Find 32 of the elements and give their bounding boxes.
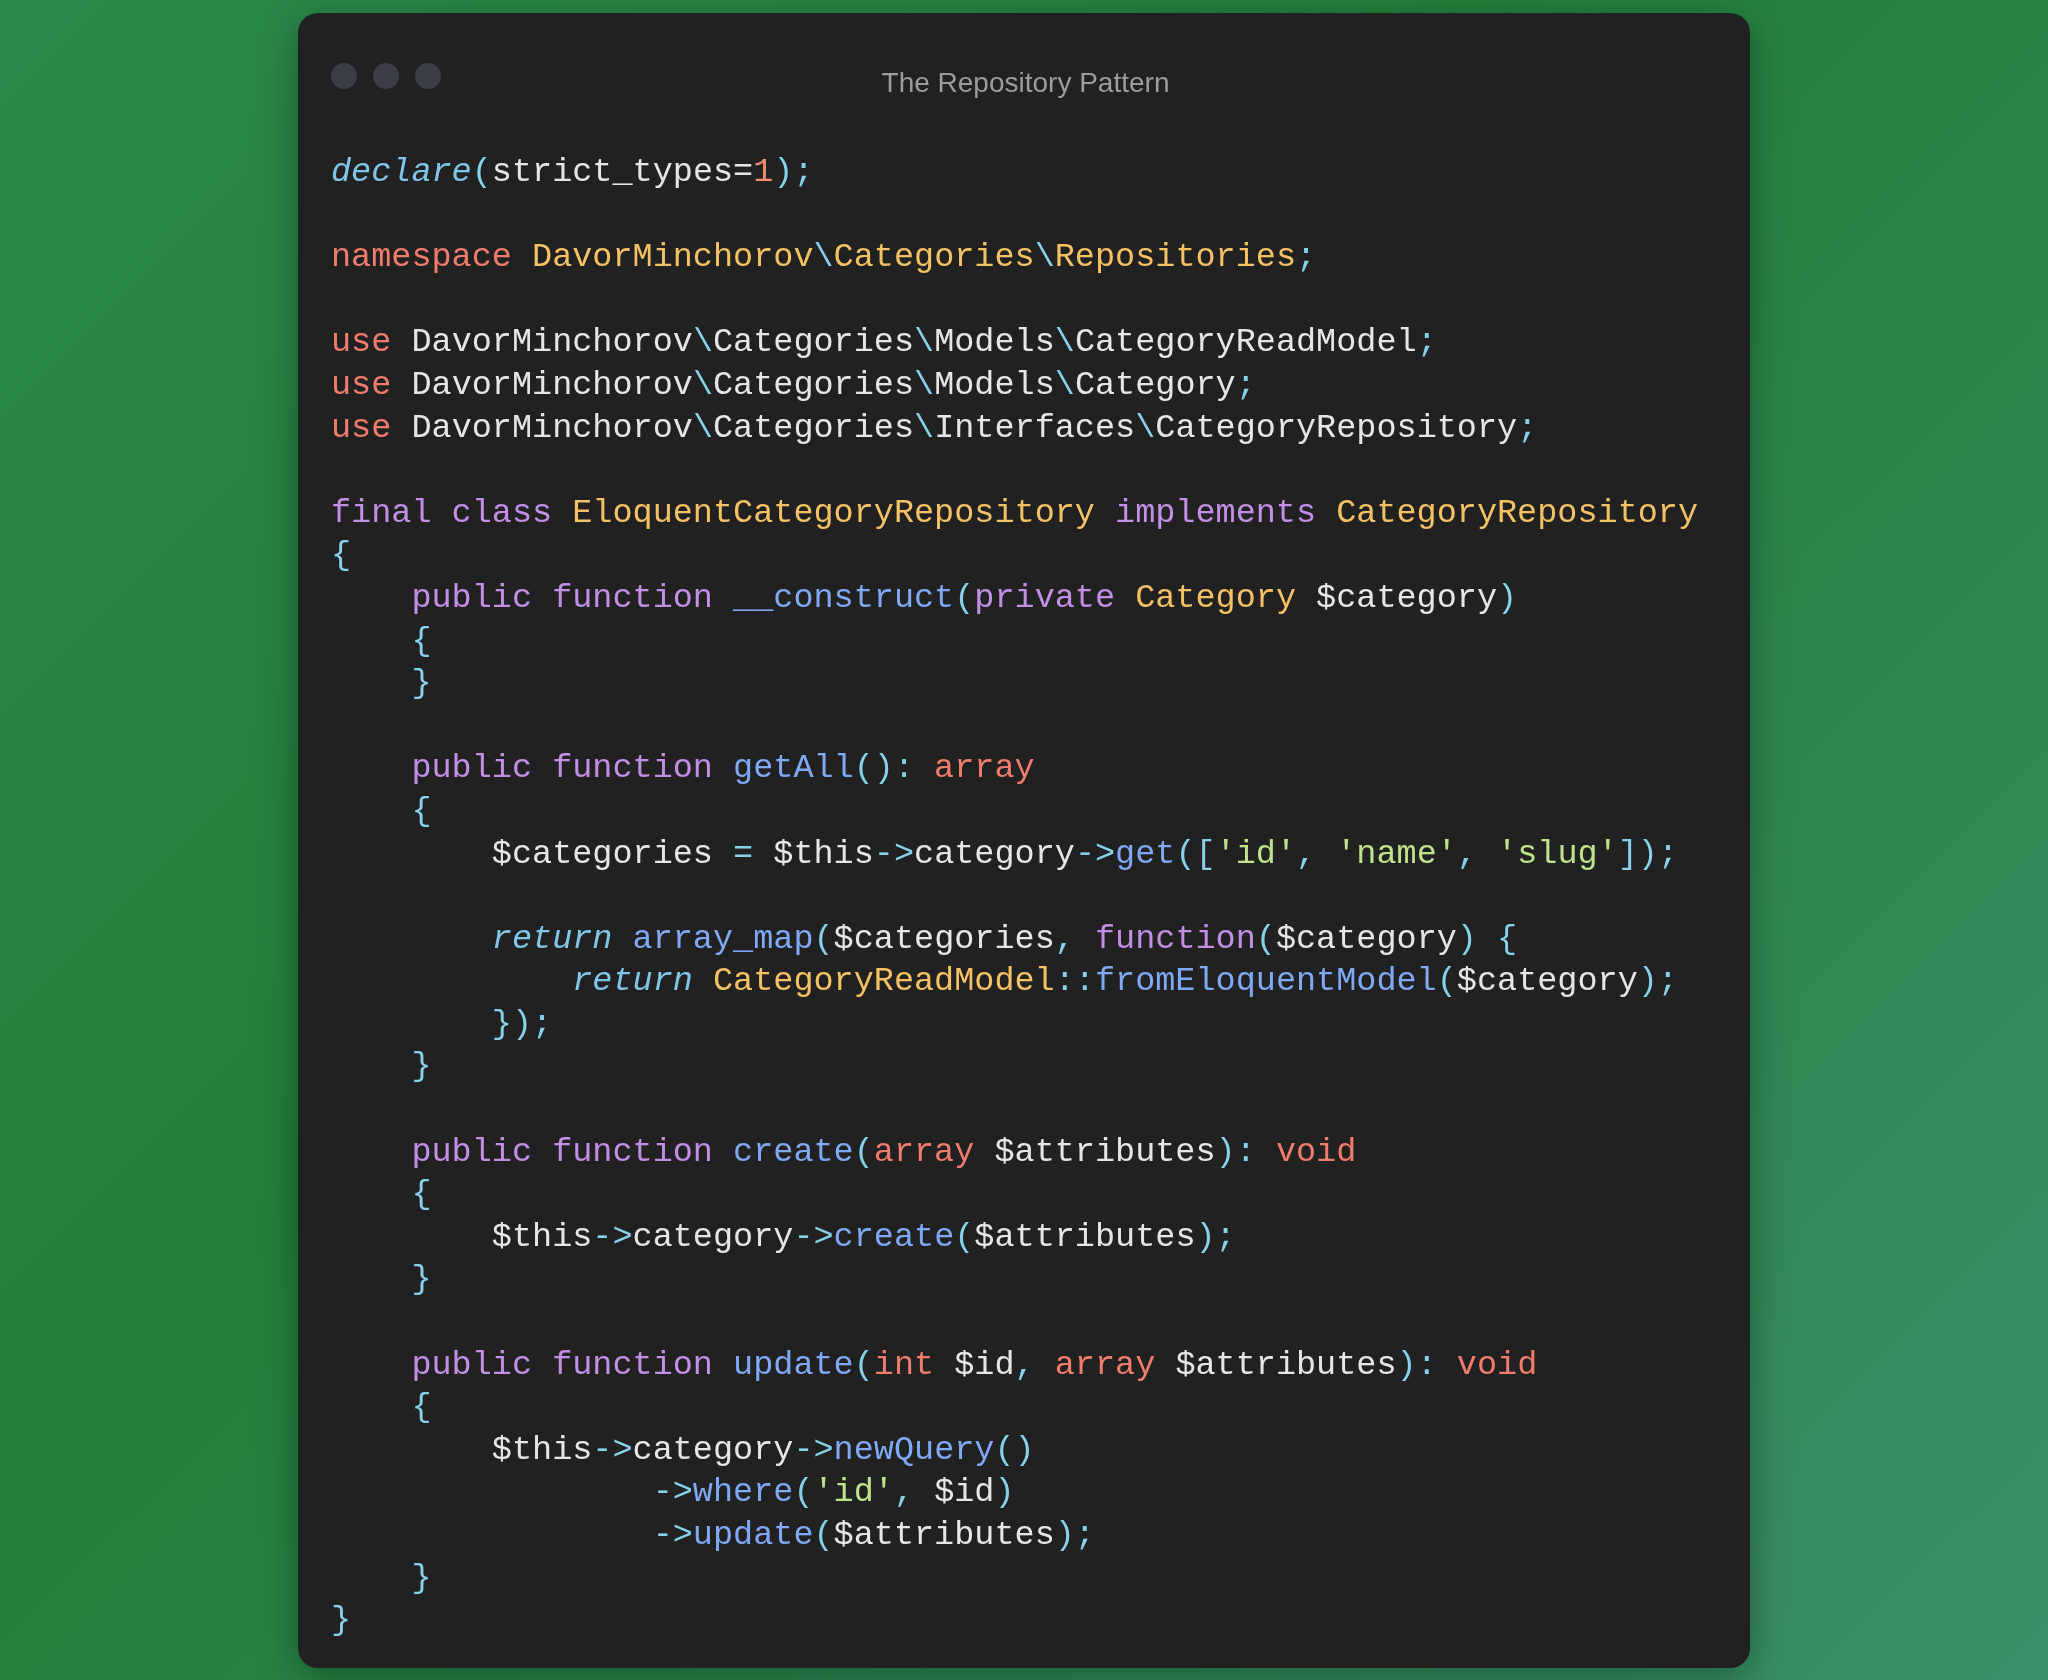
code-line: return CategoryReadModel::fromEloquentModel($category); bbox=[571, 961, 1678, 1003]
window-title: The Repository Pattern bbox=[881, 67, 1170, 99]
code-line: } bbox=[331, 1600, 352, 1642]
code-line: } bbox=[410, 1557, 432, 1599]
code-line: declare(strict_types=1); bbox=[331, 152, 814, 193]
code-line: $this->category->create($attributes); bbox=[490, 1216, 1236, 1258]
code-line: } bbox=[410, 663, 432, 705]
code-line: public function __construct(private Category $category) bbox=[410, 577, 1518, 619]
code-line: use DavorMinchorov\Categories\Models\Category; bbox=[331, 364, 1256, 406]
window-dot-icon bbox=[331, 63, 357, 89]
window-dot-icon bbox=[373, 63, 399, 89]
code-line: final class EloquentCategoryRepository implements CategoryRepository bbox=[331, 492, 1699, 534]
code-line: return array_map($categories, function($category) { bbox=[490, 918, 1518, 960]
code-line: ->update($attributes); bbox=[651, 1515, 1095, 1556]
code-line: $categories = $this->category->get(['id', 'name', 'slug']); bbox=[490, 833, 1679, 875]
code-line: }); bbox=[490, 1003, 553, 1045]
code-line: } bbox=[410, 1046, 432, 1088]
code-line: public function getAll(): array bbox=[410, 748, 1035, 790]
code-line: } bbox=[410, 1259, 432, 1301]
code-line: ->where('id', $id) bbox=[651, 1472, 1015, 1514]
code-line: { bbox=[331, 535, 352, 577]
code-line: public function create(array $attributes): void bbox=[410, 1131, 1357, 1173]
window-dot-icon bbox=[415, 63, 441, 89]
code-line: namespace DavorMinchorov\Categories\Repositories; bbox=[331, 237, 1317, 279]
code-line: { bbox=[410, 790, 432, 832]
code-line: { bbox=[410, 1174, 432, 1216]
code-line: $this->category->newQuery() bbox=[490, 1429, 1035, 1471]
code-line: use DavorMinchorov\Categories\Models\CategoryReadModel; bbox=[331, 322, 1437, 364]
code-line: public function update(int $id, array $attributes): void bbox=[410, 1344, 1538, 1386]
code-line: { bbox=[410, 1387, 432, 1429]
code-line: { bbox=[410, 620, 432, 662]
code-line: use DavorMinchorov\Categories\Interfaces\CategoryRepository; bbox=[331, 407, 1538, 449]
